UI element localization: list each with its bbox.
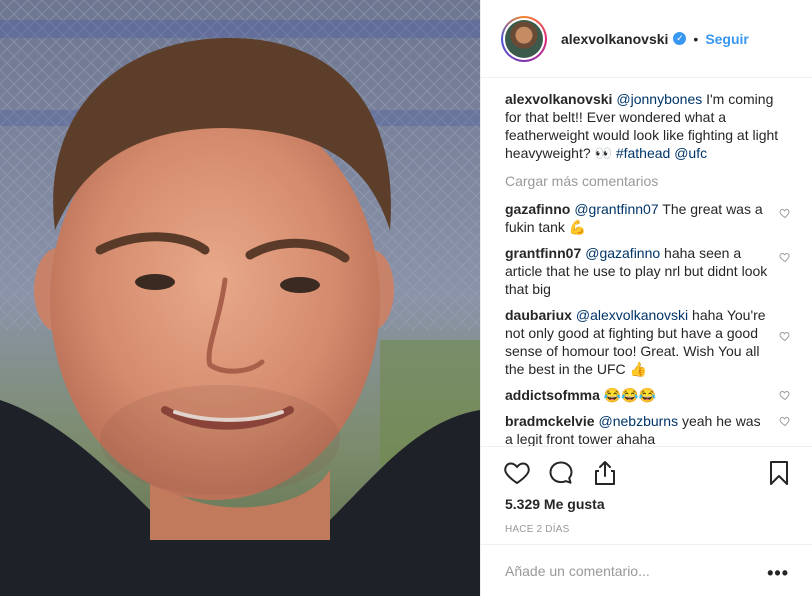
comment-like-heart-icon[interactable] <box>779 415 791 427</box>
post-photo[interactable] <box>0 0 480 596</box>
comment-like-heart-icon[interactable] <box>779 207 791 219</box>
portrait-image <box>0 0 480 596</box>
comment-username[interactable]: daubariux <box>505 307 572 323</box>
comment-like-heart-icon[interactable] <box>779 389 791 401</box>
comment-item: daubariux @alexvolkanovski haha You're no… <box>505 306 791 378</box>
comment-item: addictsofmma 😂😂😂 <box>505 386 791 404</box>
share-icon[interactable] <box>591 459 619 487</box>
more-options-icon[interactable]: ••• <box>767 563 789 584</box>
avatar[interactable] <box>505 19 543 58</box>
heart-icon[interactable] <box>503 459 531 487</box>
follow-button[interactable]: Seguir <box>705 31 749 47</box>
caption-mention[interactable]: @jonnybones <box>616 91 702 107</box>
bookmark-icon[interactable] <box>765 459 793 487</box>
comment-like-heart-icon[interactable] <box>779 251 791 263</box>
comment-mention[interactable]: @alexvolkanovski <box>576 307 688 323</box>
post-side-panel: alexvolkanovski ✓ • Seguir alexvolkanovs… <box>480 0 812 596</box>
comment-mention[interactable]: @nebzburns <box>599 413 679 429</box>
caption-tag[interactable]: @ufc <box>674 145 707 161</box>
post-header: alexvolkanovski ✓ • Seguir <box>481 0 812 78</box>
comment-username[interactable]: grantfinn07 <box>505 245 581 261</box>
comments-list[interactable]: alexvolkanovski @jonnybones I'm coming fo… <box>505 90 791 446</box>
post-timestamp[interactable]: HACE 2 DÍAS <box>505 524 569 535</box>
comment-mention[interactable]: @grantfinn07 <box>574 201 658 217</box>
comment-item: gazafinno @grantfinn07 The great was a fu… <box>505 200 791 236</box>
comment-mention[interactable]: @gazafinno <box>585 245 660 261</box>
header-separator: • <box>693 30 699 47</box>
comment-icon[interactable] <box>547 459 575 487</box>
caption-username[interactable]: alexvolkanovski <box>505 91 612 107</box>
comment-username[interactable]: bradmckelvie <box>505 413 595 429</box>
post-actions-bar <box>481 446 812 498</box>
add-comment-input[interactable] <box>505 562 755 579</box>
comment-username[interactable]: addictsofmma <box>505 387 600 403</box>
avatar-frame <box>503 17 545 60</box>
load-more-comments-button[interactable]: Cargar más comentarios <box>505 172 791 190</box>
comment-username[interactable]: gazafinno <box>505 201 570 217</box>
comment-text: 😂😂😂 <box>603 387 657 403</box>
likes-count[interactable]: 5.329 Me gusta <box>505 496 605 512</box>
add-comment-bar: ••• <box>481 544 812 596</box>
caption-hashtag[interactable]: #fathead <box>616 145 671 161</box>
post-caption: alexvolkanovski @jonnybones I'm coming fo… <box>505 90 791 162</box>
comment-item: bradmckelvie @nebzburns yeah he was a leg… <box>505 412 791 446</box>
comment-like-heart-icon[interactable] <box>779 330 791 342</box>
story-ring[interactable] <box>501 15 547 62</box>
comment-item: grantfinn07 @gazafinno haha seen a articl… <box>505 244 791 298</box>
verified-badge-icon: ✓ <box>673 32 687 45</box>
header-username[interactable]: alexvolkanovski <box>561 31 668 47</box>
